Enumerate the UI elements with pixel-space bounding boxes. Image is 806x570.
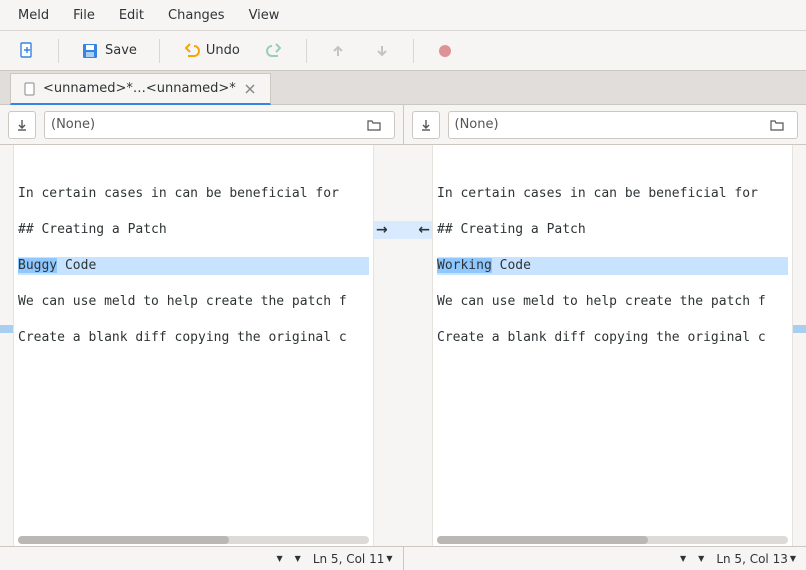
text-line[interactable] <box>18 239 369 257</box>
menu-meld[interactable]: Meld <box>8 4 59 27</box>
gutter-right-outer[interactable] <box>792 145 806 546</box>
status-right-spacer1[interactable]: ▼ <box>680 554 686 563</box>
menubar: Meld File Edit Changes View <box>0 0 806 30</box>
push-down-button[interactable] <box>365 36 399 66</box>
text-line[interactable] <box>437 311 788 329</box>
status-bar: ▼ ▼ Ln 5, Col 11 ▼ ▼ ▼ Ln 5, Col 13 ▼ <box>0 546 806 570</box>
open-file-right[interactable] <box>763 111 791 139</box>
text-line[interactable] <box>437 203 788 221</box>
diff-area: In certain cases in can be beneficial fo… <box>0 145 806 546</box>
file-combo-left-text: (None) <box>51 117 95 132</box>
text-line[interactable]: We can use meld to help create the patch… <box>18 293 369 311</box>
toolbar-divider <box>159 39 160 63</box>
folder-open-icon <box>366 117 382 133</box>
file-selector-left: (None) <box>0 111 403 139</box>
stop-button[interactable] <box>428 36 462 66</box>
jump-to-change-left[interactable] <box>8 111 36 139</box>
toolbar-divider <box>58 39 59 63</box>
tab-label: <unnamed>*…<unnamed>* <box>43 81 236 96</box>
new-doc-icon <box>18 42 36 60</box>
text-line[interactable]: ## Creating a Patch <box>437 221 788 239</box>
status-left-spacer1[interactable]: ▼ <box>277 554 283 563</box>
text-line[interactable]: In certain cases in can be beneficial fo… <box>18 185 369 203</box>
save-label: Save <box>105 43 137 58</box>
redo-icon <box>266 42 284 60</box>
arrow-up-icon <box>329 42 347 60</box>
changed-line[interactable]: Buggy Code <box>18 257 369 275</box>
redo-button[interactable] <box>258 36 292 66</box>
text-line[interactable]: ## Creating a Patch <box>18 221 369 239</box>
file-combo-left[interactable]: (None) <box>44 111 395 139</box>
menu-edit[interactable]: Edit <box>109 4 154 27</box>
toolbar-divider <box>306 39 307 63</box>
document-icon <box>23 82 37 96</box>
undo-icon <box>182 42 200 60</box>
menu-changes[interactable]: Changes <box>158 4 235 27</box>
status-left-spacer2[interactable]: ▼ <box>295 554 301 563</box>
inline-diff-word: Working <box>437 258 492 273</box>
hscrollbar-thumb[interactable] <box>18 536 229 544</box>
text-line[interactable] <box>437 239 788 257</box>
editor-pane-left[interactable]: In certain cases in can be beneficial fo… <box>14 145 373 546</box>
close-icon <box>245 84 255 94</box>
link-map-arrows[interactable]: → ← <box>374 221 432 239</box>
status-left: ▼ ▼ Ln 5, Col 11 ▼ <box>0 547 403 570</box>
tab-comparison[interactable]: <unnamed>*…<unnamed>* <box>10 73 271 105</box>
file-combo-right-text: (None) <box>455 117 499 132</box>
editor-pane-right[interactable]: In certain cases in can be beneficial fo… <box>433 145 792 546</box>
arrow-down-icon <box>373 42 391 60</box>
file-selector-row: (None) (None) <box>0 105 806 145</box>
link-map[interactable]: → ← <box>373 145 433 546</box>
open-file-left[interactable] <box>360 111 388 139</box>
text-line[interactable] <box>18 311 369 329</box>
status-right-spacer2[interactable]: ▼ <box>698 554 704 563</box>
undo-button[interactable]: Undo <box>174 36 248 66</box>
push-right-icon[interactable]: → <box>376 222 388 238</box>
save-button[interactable]: Save <box>73 36 145 66</box>
text-line[interactable]: In certain cases in can be beneficial fo… <box>437 185 788 203</box>
hscrollbar-left[interactable] <box>18 536 369 544</box>
jump-to-change-right[interactable] <box>412 111 440 139</box>
tab-bar: <unnamed>*…<unnamed>* <box>0 71 806 105</box>
gutter-change-marker[interactable] <box>0 325 13 333</box>
hscrollbar-right[interactable] <box>437 536 788 544</box>
text-line[interactable]: Create a blank diff copying the original… <box>18 329 369 347</box>
text-rest: Code <box>492 258 531 273</box>
gutter-change-marker[interactable] <box>793 325 806 333</box>
jump-icon <box>419 118 433 132</box>
stop-icon <box>436 42 454 60</box>
status-right: ▼ ▼ Ln 5, Col 13 ▼ <box>404 547 806 570</box>
push-up-button[interactable] <box>321 36 355 66</box>
push-left-icon[interactable]: ← <box>418 222 430 238</box>
folder-open-icon <box>769 117 785 133</box>
text-line[interactable]: Create a blank diff copying the original… <box>437 329 788 347</box>
text-rest: Code <box>57 258 96 273</box>
file-selector-right: (None) <box>404 111 806 139</box>
text-line[interactable] <box>18 275 369 293</box>
save-icon <box>81 42 99 60</box>
menu-view[interactable]: View <box>239 4 290 27</box>
new-comparison-button[interactable] <box>10 36 44 66</box>
text-line[interactable] <box>18 203 369 221</box>
text-line[interactable]: We can use meld to help create the patch… <box>437 293 788 311</box>
toolbar-divider <box>413 39 414 63</box>
hscrollbar-thumb[interactable] <box>437 536 648 544</box>
tab-close-button[interactable] <box>242 81 258 97</box>
undo-label: Undo <box>206 43 240 58</box>
status-right-position[interactable]: Ln 5, Col 13 ▼ <box>716 552 796 566</box>
inline-diff-word: Buggy <box>18 258 57 273</box>
text-line[interactable] <box>437 275 788 293</box>
toolbar: Save Undo <box>0 31 806 71</box>
changed-line[interactable]: Working Code <box>437 257 788 275</box>
file-combo-right[interactable]: (None) <box>448 111 799 139</box>
jump-icon <box>15 118 29 132</box>
status-left-position[interactable]: Ln 5, Col 11 ▼ <box>313 552 393 566</box>
gutter-left-outer[interactable] <box>0 145 14 546</box>
menu-file[interactable]: File <box>63 4 105 27</box>
